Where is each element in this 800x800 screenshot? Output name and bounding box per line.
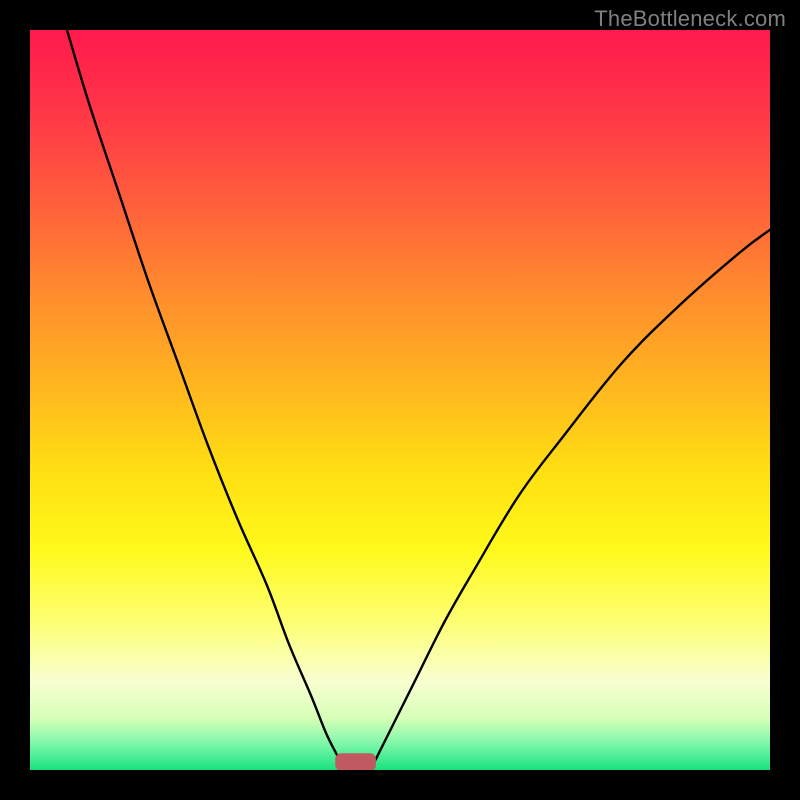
bottleneck-marker bbox=[335, 753, 376, 770]
chart-frame: TheBottleneck.com bbox=[0, 0, 800, 800]
plot-area bbox=[30, 30, 770, 770]
watermark-text: TheBottleneck.com bbox=[594, 6, 786, 32]
plot-svg bbox=[30, 30, 770, 770]
gradient-background bbox=[30, 30, 770, 770]
